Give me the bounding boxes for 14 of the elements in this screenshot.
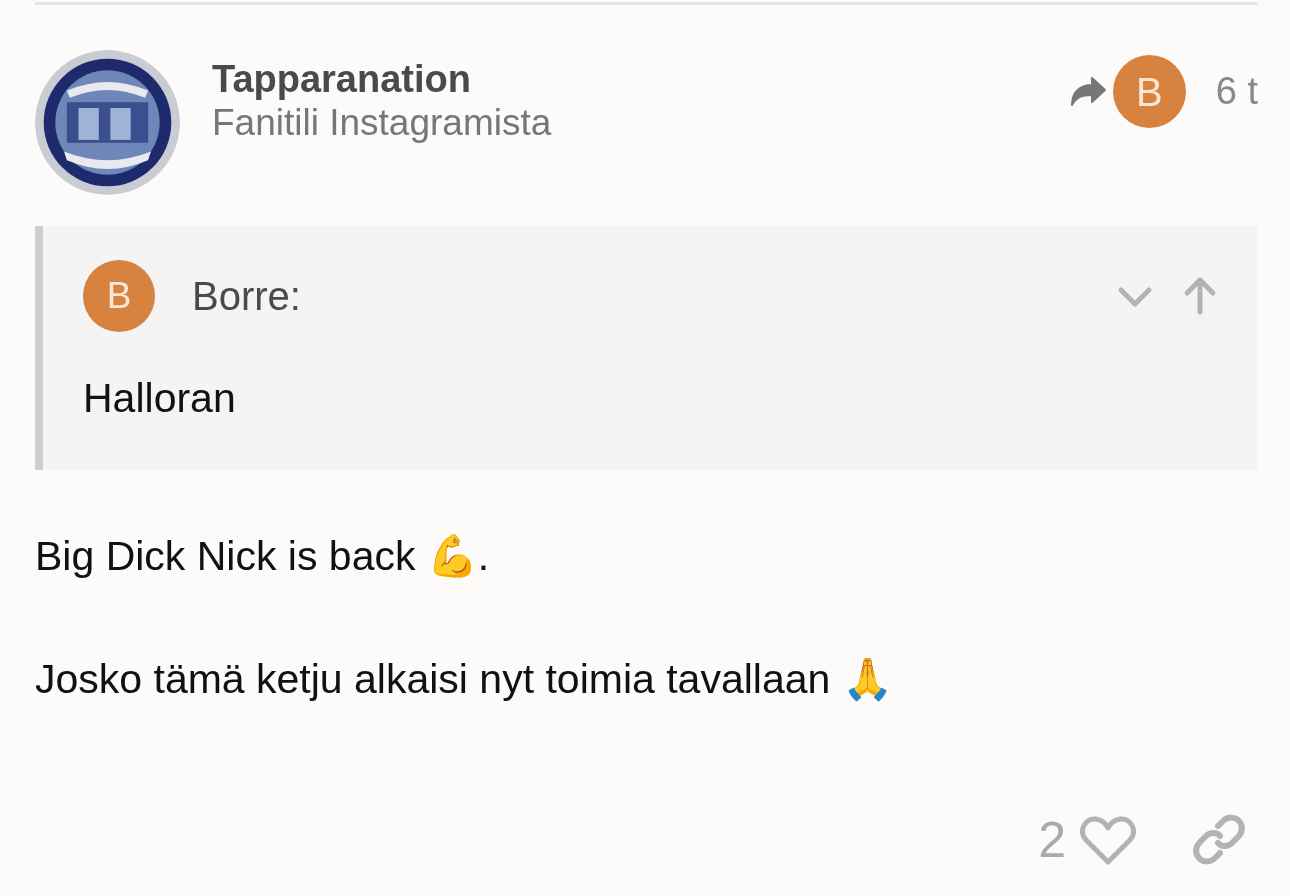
post-text: Big Dick Nick is back 💪.	[35, 531, 491, 581]
quote-text: Halloran	[83, 374, 237, 423]
post-text: Josko tämä ketju alkaisi nyt toimia tavallaan 🙏	[35, 655, 894, 704]
link-icon[interactable]	[1192, 814, 1246, 866]
user-avatar[interactable]: B	[1112, 55, 1186, 128]
reply-arrow-icon	[1068, 75, 1109, 108]
heart-icon[interactable]	[1080, 814, 1136, 866]
user-avatar[interactable]: B	[83, 260, 155, 332]
post-time[interactable]: 6 t	[1215, 63, 1258, 120]
user-title: Fanitili Instagramista	[212, 101, 553, 145]
quote-author: Borre:	[192, 273, 302, 320]
user-name[interactable]: Tapparanation	[212, 58, 1069, 102]
like-count[interactable]: 2	[1038, 802, 1066, 878]
arrow-up-icon[interactable]	[1182, 276, 1218, 316]
